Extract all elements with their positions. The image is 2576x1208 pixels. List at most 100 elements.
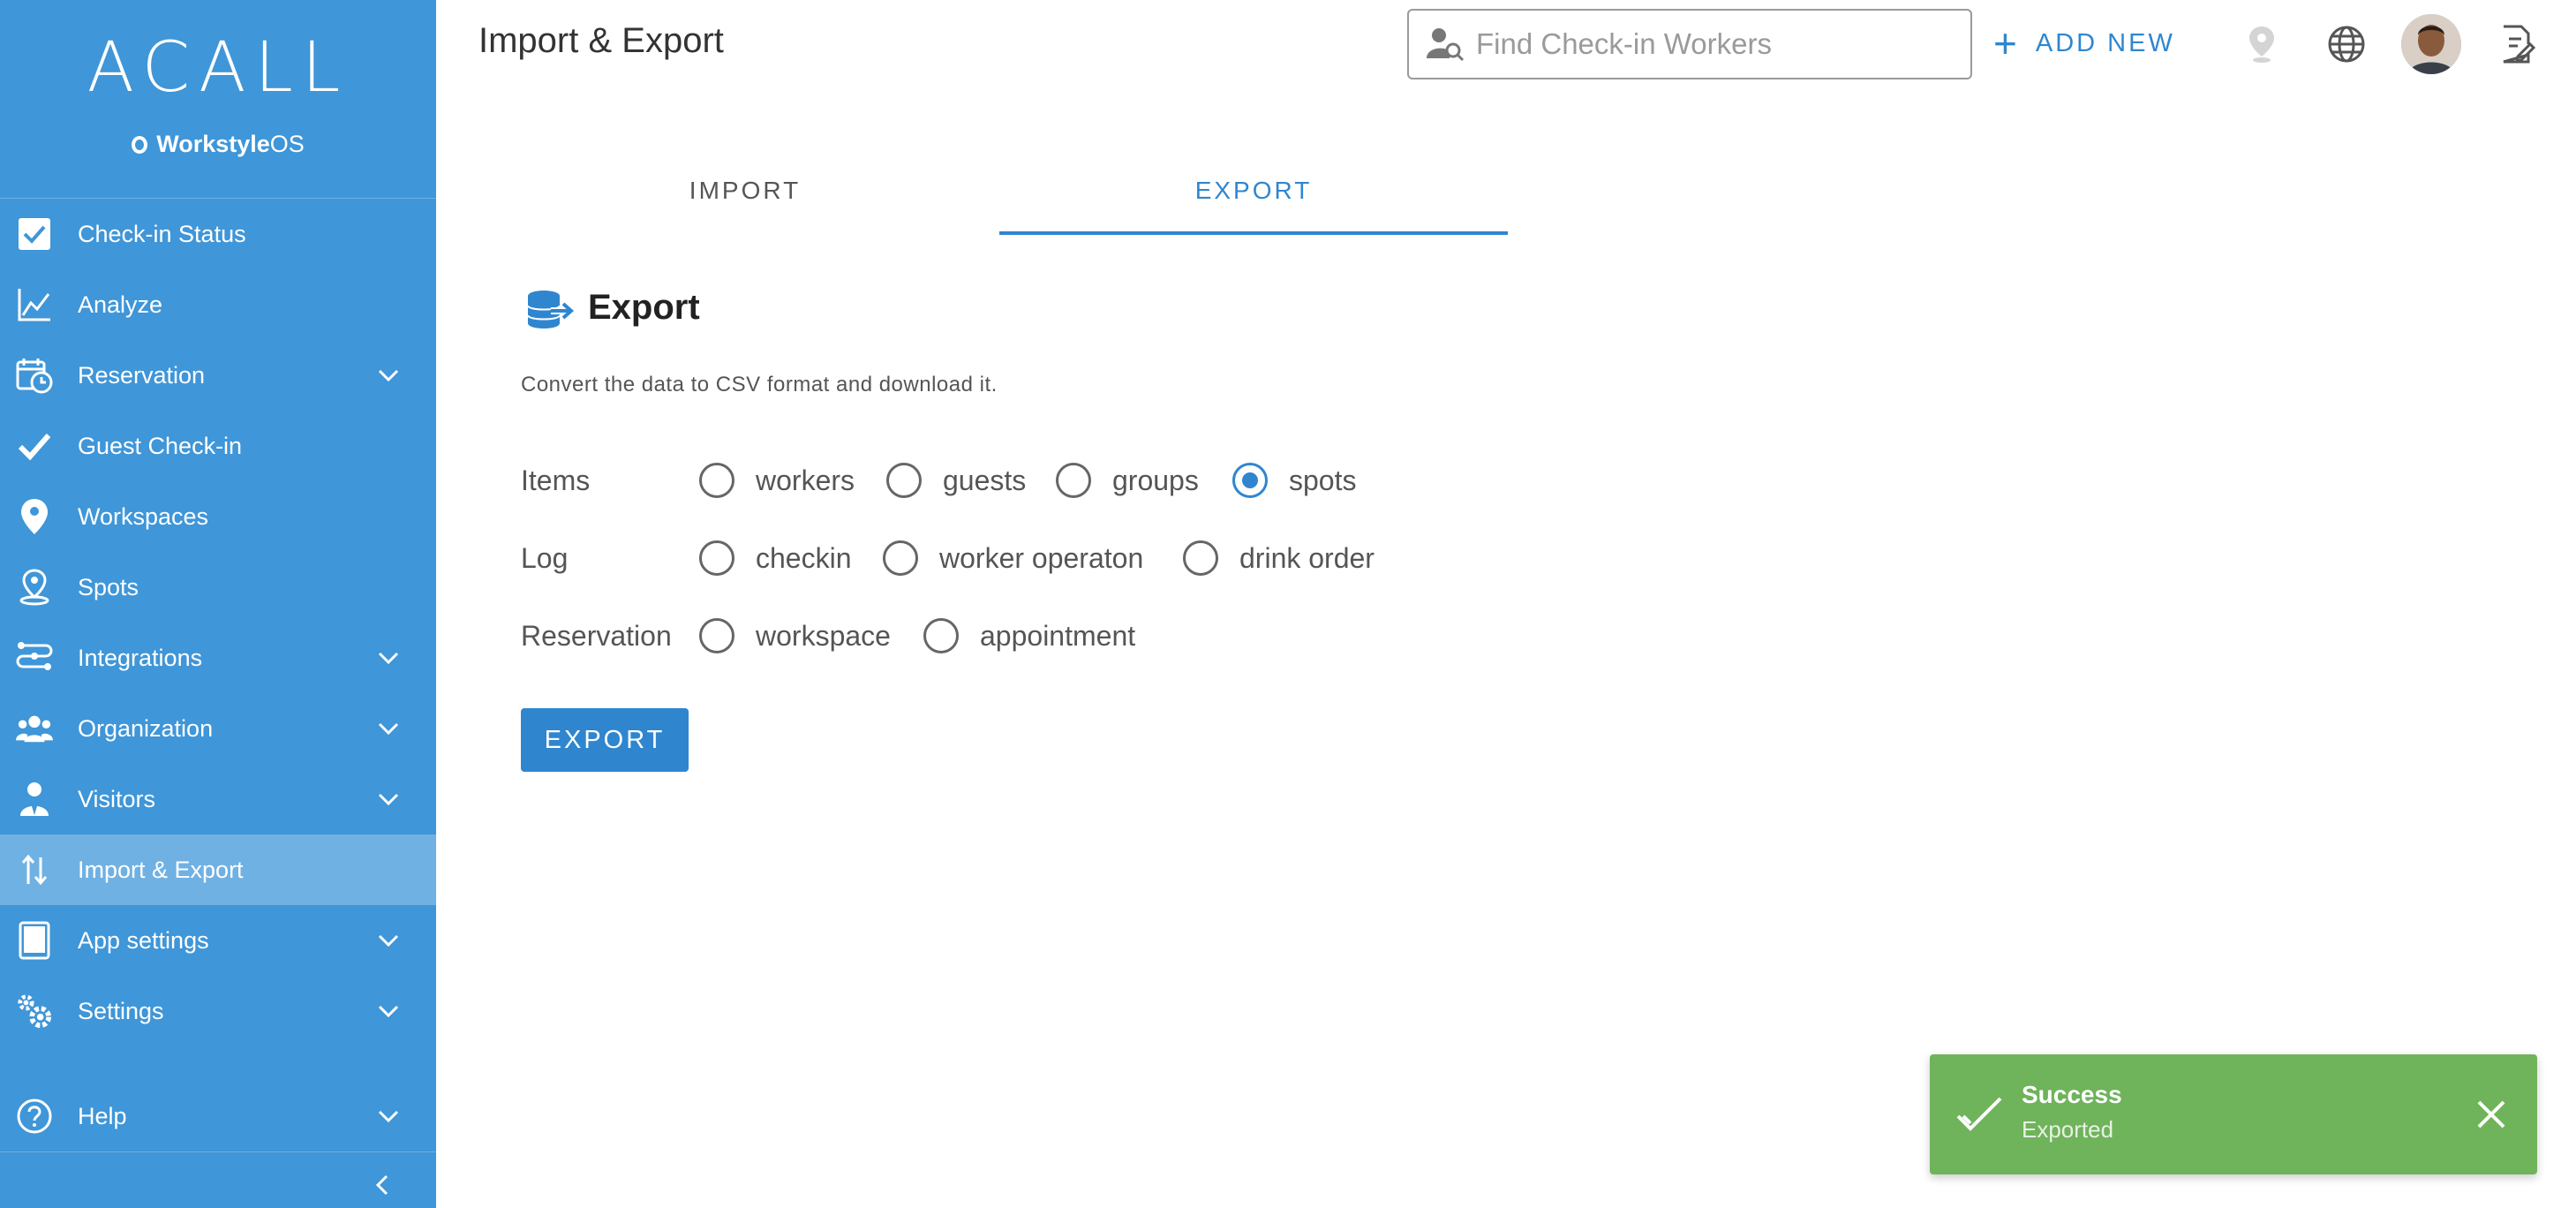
- radio-button[interactable]: [923, 618, 959, 653]
- radio-drink-order[interactable]: drink order: [1183, 540, 1375, 576]
- radio-button[interactable]: [1056, 463, 1091, 498]
- sidebar-item-label: Analyze: [78, 291, 163, 318]
- log-label: Log: [521, 542, 569, 574]
- integrations-icon: [16, 639, 53, 676]
- toast-title: Success: [2022, 1081, 2122, 1108]
- success-check-icon: [1956, 1097, 2002, 1131]
- map-pin-icon: [16, 498, 53, 535]
- radio-spots[interactable]: spots: [1232, 463, 1356, 498]
- radio-groups[interactable]: groups: [1056, 463, 1199, 498]
- sidebar-item-label: Settings: [78, 997, 164, 1024]
- checkmark-icon: [16, 427, 53, 464]
- brand-ring-icon: [132, 135, 148, 154]
- search-box[interactable]: [1407, 9, 1972, 79]
- add-new-button[interactable]: + ADD NEW: [1993, 23, 2175, 64]
- help-icon: [16, 1098, 53, 1135]
- document-edit-icon[interactable]: [2493, 19, 2542, 69]
- calendar-clock-icon: [16, 357, 53, 394]
- sidebar-item-reservation[interactable]: Reservation: [0, 340, 436, 411]
- radio-label: groups: [1112, 464, 1199, 496]
- radio-label: guests: [943, 464, 1027, 496]
- visitor-icon: [16, 781, 53, 818]
- radio-button[interactable]: [699, 540, 734, 576]
- radio-label: checkin: [756, 541, 852, 574]
- gears-icon: [16, 993, 53, 1030]
- sidebar-item-import-export[interactable]: Import & Export: [0, 834, 436, 905]
- sidebar-item-help[interactable]: Help: [0, 1081, 436, 1151]
- sidebar-item-integrations[interactable]: Integrations: [0, 623, 436, 693]
- radio-button[interactable]: [699, 618, 734, 653]
- radio-button[interactable]: [886, 463, 922, 498]
- radio-label: workspace: [756, 619, 891, 652]
- sidebar-item-analyze[interactable]: Analyze: [0, 269, 436, 340]
- radio-button[interactable]: [883, 540, 918, 576]
- people-icon: [16, 710, 53, 747]
- radio-workspace[interactable]: workspace: [699, 618, 891, 653]
- tab-export[interactable]: EXPORT: [999, 177, 1508, 205]
- import-export-icon: [16, 851, 53, 888]
- radio-label: worker operaton: [939, 541, 1144, 574]
- radio-label: spots: [1289, 464, 1357, 496]
- export-section-title: Export: [588, 288, 700, 327]
- sidebar-item-label: Help: [78, 1102, 127, 1129]
- radio-workers[interactable]: workers: [699, 463, 855, 498]
- radio-worker-operaton[interactable]: worker operaton: [883, 540, 1143, 576]
- toast-message: Exported: [2022, 1116, 2114, 1143]
- workstyleos-brand: WorkstyleOS: [0, 131, 436, 158]
- location-pin-icon[interactable]: [2237, 19, 2286, 69]
- radio-guests[interactable]: guests: [886, 463, 1026, 498]
- collapse-sidebar-icon[interactable]: [371, 1173, 395, 1197]
- line-chart-icon: [16, 286, 53, 323]
- chevron-down-icon[interactable]: [376, 999, 401, 1023]
- items-label: Items: [521, 464, 591, 496]
- add-new-label: ADD NEW: [2035, 28, 2175, 57]
- radio-appointment[interactable]: appointment: [923, 618, 1135, 653]
- radio-button[interactable]: [1183, 540, 1218, 576]
- sidebar-item-label: Integrations: [78, 644, 203, 671]
- search-worker-icon: [1427, 28, 1465, 62]
- sidebar: ACALL WorkstyleOS Check-in Status Analyz…: [0, 0, 436, 1208]
- active-tab-indicator: [999, 231, 1508, 235]
- sidebar-item-spots[interactable]: Spots: [0, 552, 436, 623]
- plus-icon: +: [1993, 20, 2020, 66]
- tablet-icon: [16, 921, 53, 960]
- user-avatar[interactable]: [2401, 14, 2461, 74]
- chevron-down-icon[interactable]: [376, 716, 401, 741]
- tab-import[interactable]: IMPORT: [491, 177, 999, 205]
- radio-label: workers: [756, 464, 855, 496]
- radio-label: appointment: [980, 619, 1136, 652]
- chevron-down-icon[interactable]: [376, 363, 401, 388]
- page-title: Import & Export: [478, 21, 724, 60]
- sidebar-item-label: Visitors: [78, 785, 156, 812]
- chevron-down-icon[interactable]: [376, 928, 401, 953]
- sidebar-item-label: Spots: [78, 573, 139, 600]
- export-button[interactable]: EXPORT: [521, 708, 689, 772]
- sidebar-item-organization[interactable]: Organization: [0, 693, 436, 764]
- reservation-label: Reservation: [521, 620, 672, 652]
- database-export-icon: [527, 291, 576, 328]
- success-toast: Success Exported: [1930, 1054, 2537, 1174]
- chevron-down-icon[interactable]: [376, 646, 401, 670]
- radio-button-selected[interactable]: [1232, 463, 1268, 498]
- close-icon[interactable]: [2474, 1097, 2509, 1132]
- sidebar-nav: Check-in Status Analyze Reservation Gues…: [0, 199, 436, 1046]
- radio-button[interactable]: [699, 463, 734, 498]
- search-input[interactable]: [1476, 27, 1953, 61]
- sidebar-item-settings[interactable]: Settings: [0, 976, 436, 1046]
- export-description: Convert the data to CSV format and downl…: [521, 373, 998, 396]
- sidebar-item-visitors[interactable]: Visitors: [0, 764, 436, 834]
- radio-checkin[interactable]: checkin: [699, 540, 852, 576]
- sidebar-item-check-in-status[interactable]: Check-in Status: [0, 199, 436, 269]
- sidebar-item-label: App settings: [78, 926, 209, 954]
- sidebar-item-app-settings[interactable]: App settings: [0, 905, 436, 976]
- sidebar-item-guest-check-in[interactable]: Guest Check-in: [0, 411, 436, 481]
- sidebar-item-label: Reservation: [78, 361, 206, 389]
- sidebar-item-label: Check-in Status: [78, 220, 246, 247]
- chevron-down-icon[interactable]: [376, 787, 401, 812]
- globe-icon[interactable]: [2322, 19, 2371, 69]
- checkbox-icon: [16, 215, 53, 253]
- sidebar-item-label: Workspaces: [78, 502, 209, 530]
- chevron-down-icon[interactable]: [376, 1104, 401, 1129]
- sidebar-item-workspaces[interactable]: Workspaces: [0, 481, 436, 552]
- sidebar-item-label: Organization: [78, 714, 214, 742]
